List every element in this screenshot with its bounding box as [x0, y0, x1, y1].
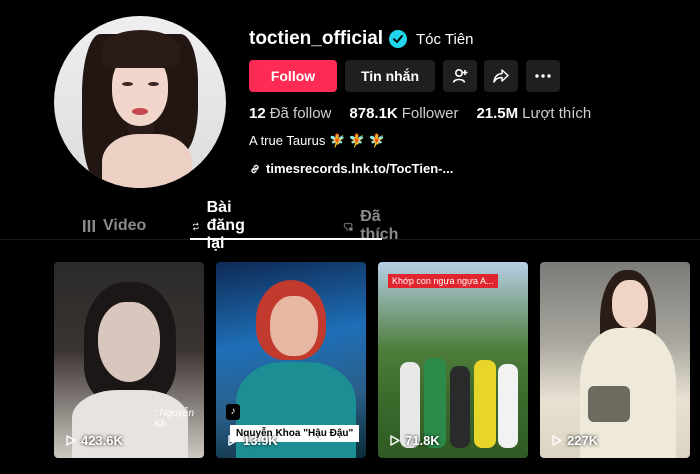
video-thumbnail[interactable]: : Nguyễn Kh 423.6K [54, 262, 204, 458]
video-thumbnail[interactable]: Khớp con ngựa ngựa A... 71.8K [378, 262, 528, 458]
profile-stats: 12 Đã follow 878.1K Follower 21.5M Lượt thí… [249, 105, 591, 122]
video-views: 227K [552, 433, 598, 448]
video-views: 71.8K [390, 433, 440, 448]
more-options-button[interactable] [526, 60, 560, 92]
profile-avatar[interactable] [54, 16, 226, 188]
video-thumbnail[interactable]: 227K [540, 262, 690, 458]
share-button[interactable] [484, 60, 518, 92]
video-views: 423.6K [66, 433, 123, 448]
link-icon [251, 164, 259, 173]
tiktok-logo-icon: ♪ [226, 404, 240, 420]
tab-video[interactable]: Video [82, 210, 146, 242]
followers-stat[interactable]: 878.1K Follower [349, 105, 458, 122]
following-stat[interactable]: 12 Đã follow [249, 105, 331, 122]
share-icon [493, 69, 509, 83]
video-views: 13.9K [228, 433, 278, 448]
active-tab-indicator [190, 238, 382, 240]
profile-nickname: Tóc Tiên [416, 31, 474, 48]
follow-button[interactable]: Follow [249, 60, 337, 92]
play-icon [552, 435, 562, 446]
play-icon [66, 435, 76, 446]
play-icon [228, 435, 238, 446]
play-icon [390, 435, 400, 446]
profile-link-text: timesrecords.lnk.to/TocTien-... [266, 161, 454, 176]
video-thumbnail[interactable]: ♪ Nguyễn Khoa "Hậu Đậu" 13.9K [216, 262, 366, 458]
heart-lock-icon [343, 222, 353, 231]
repost-icon [193, 222, 199, 230]
likes-stat: 21.5M Lượt thích [476, 105, 592, 122]
video-overlay-text: : Nguyễn Kh [154, 408, 195, 430]
add-friend-button[interactable] [443, 60, 477, 92]
profile-username: toctien_official [249, 28, 384, 49]
add-user-icon [452, 68, 468, 83]
profile-bio: A true Taurus 🧚 🧚 🧚 [249, 133, 385, 148]
grid-icon [83, 220, 95, 232]
message-button[interactable]: Tin nhắn [345, 60, 435, 92]
more-dots-icon [535, 74, 551, 78]
verified-badge-icon [389, 30, 407, 48]
video-overlay-text: Khớp con ngựa ngựa A... [388, 274, 498, 288]
profile-link[interactable]: timesrecords.lnk.to/TocTien-... [249, 161, 453, 176]
